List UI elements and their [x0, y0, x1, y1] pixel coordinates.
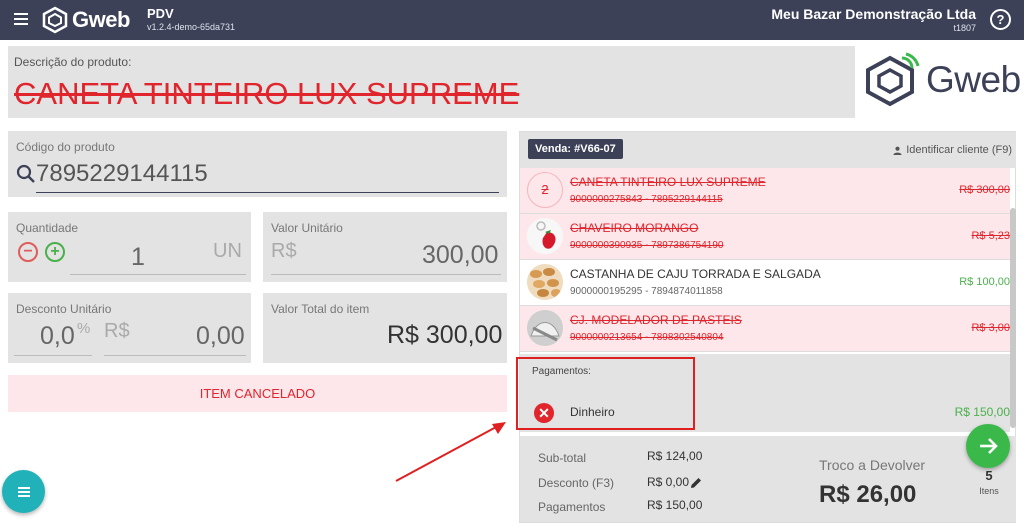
menu-fab-line	[18, 491, 30, 493]
unit-price-currency: R$	[271, 240, 297, 262]
item-price: R$ 3,00	[971, 322, 1010, 334]
item-codes: 9000000390935 - 7897386754190	[570, 240, 724, 251]
payments-total-label: Pagamentos	[538, 500, 606, 514]
subtotal-label: Sub-total	[538, 451, 587, 465]
product-description-value: CANETA TINTEIRO LUX SUPREME	[14, 76, 520, 111]
sale-item-row[interactable]: CASTANHA DE CAJU TORRADA E SALGADA 90000…	[520, 260, 1010, 306]
next-button[interactable]	[966, 424, 1010, 468]
discount-percent-value[interactable]: 0,0	[40, 322, 75, 351]
company-name: Meu Bazar Demonstração Ltda	[771, 6, 976, 22]
app-name: PDV	[147, 6, 174, 21]
discount-total-label: Desconto (F3)	[538, 476, 615, 490]
payments-highlight-box	[516, 357, 695, 430]
strawberry-keychain-image	[527, 218, 563, 254]
menu-fab-line	[18, 495, 30, 497]
gweb-logo-large-icon	[866, 52, 920, 107]
item-codes: 9000000195295 - 7894874011858	[570, 286, 723, 297]
header-logo-text: Gweb	[72, 7, 130, 32]
discount-percent-sign: %	[77, 320, 91, 337]
menu-fab-button[interactable]	[2, 470, 45, 513]
identify-client-button[interactable]: Identificar cliente (F9)	[893, 144, 1012, 156]
brand-logo-text: Gweb	[926, 59, 1021, 100]
unit-price-underline	[271, 274, 501, 275]
item-codes: 9000000275843 - 7895229144115	[570, 194, 723, 205]
discount-currency: R$	[104, 320, 130, 342]
item-price: R$ 100,00	[959, 276, 1010, 288]
item-thumbnail	[527, 310, 563, 346]
quantity-label: Quantidade	[16, 221, 79, 235]
quantity-value[interactable]: 1	[131, 243, 145, 272]
product-description-label: Descrição do produto:	[14, 55, 132, 69]
app-version: v1.2.4-demo-65da731	[147, 22, 236, 32]
header-logo: Gweb	[42, 6, 130, 34]
discount-label: Desconto Unitário	[16, 302, 112, 316]
gweb-logo-icon	[42, 6, 68, 34]
item-codes: 9000000213654 - 7898302540804	[570, 332, 724, 343]
identify-client-label: Identificar cliente (F9)	[906, 144, 1012, 156]
help-icon[interactable]: ?	[990, 9, 1011, 30]
item-name: CJ. MODELADOR DE PASTEIS	[570, 313, 742, 327]
items-count-label: Itens	[979, 486, 999, 496]
item-total-label: Valor Total do item	[271, 302, 370, 316]
arrow-right-icon	[980, 438, 998, 454]
sale-item-row[interactable]: CHAVEIRO MORANGO 9000000390935 - 7897386…	[520, 214, 1010, 260]
item-price: R$ 5,23	[971, 230, 1010, 242]
top-bar: Gweb PDV v1.2.4-demo-65da731 Meu Bazar D…	[0, 0, 1024, 40]
menu-fab-line	[18, 487, 30, 489]
subtotal-value: R$ 124,00	[647, 449, 703, 463]
payments-total-value: R$ 150,00	[647, 498, 703, 512]
item-cancelled-banner: ITEM CANCELADO	[8, 375, 507, 412]
search-icon	[16, 164, 35, 183]
brand-logo: Gweb	[864, 50, 1024, 110]
discount-value[interactable]: 0,00	[196, 322, 245, 351]
change-label: Troco a Devolver	[819, 457, 926, 473]
change-value: R$ 26,00	[819, 481, 917, 508]
item-name: CANETA TINTEIRO LUX SUPREME	[570, 175, 766, 189]
items-count: 5	[985, 468, 993, 483]
sale-item-row[interactable]: CJ. MODELADOR DE PASTEIS 9000000213654 -…	[520, 306, 1010, 352]
item-thumbnail: 2	[527, 172, 563, 208]
item-total-value: R$ 300,00	[387, 321, 503, 349]
items-scrollbar[interactable]	[1010, 208, 1016, 428]
quantity-underline	[70, 274, 246, 275]
discount-percent-underline	[14, 355, 92, 356]
quantity-increase-button[interactable]: +	[45, 242, 65, 262]
discount-value-underline	[104, 355, 246, 356]
company-code: t1807	[953, 23, 976, 33]
annotation-arrow	[395, 422, 506, 482]
quantity-unit: UN	[213, 240, 242, 262]
product-code-input[interactable]: 7895229144115	[36, 160, 499, 193]
person-icon	[893, 146, 902, 155]
pastry-mold-image	[527, 310, 563, 346]
sale-badge: Venda: #V66-07	[528, 139, 623, 159]
discount-total-value: R$ 0,00	[647, 475, 690, 489]
sale-item-row[interactable]: 2 CANETA TINTEIRO LUX SUPREME 9000000275…	[520, 168, 1010, 214]
item-thumbnail	[527, 264, 563, 300]
unit-price-value[interactable]: 300,00	[422, 241, 498, 270]
edit-pencil-icon[interactable]	[690, 477, 702, 489]
product-code-label: Código do produto	[16, 140, 115, 154]
unit-price-label: Valor Unitário	[271, 221, 343, 235]
item-name: CHAVEIRO MORANGO	[570, 221, 699, 235]
menu-icon[interactable]	[14, 13, 28, 25]
quantity-decrease-button[interactable]: −	[18, 242, 38, 262]
cashew-image	[527, 264, 563, 300]
payment-method-value: R$ 150,00	[954, 405, 1010, 419]
item-price: R$ 300,00	[959, 184, 1010, 196]
item-thumbnail	[527, 218, 563, 254]
item-name: CASTANHA DE CAJU TORRADA E SALGADA	[570, 267, 821, 281]
